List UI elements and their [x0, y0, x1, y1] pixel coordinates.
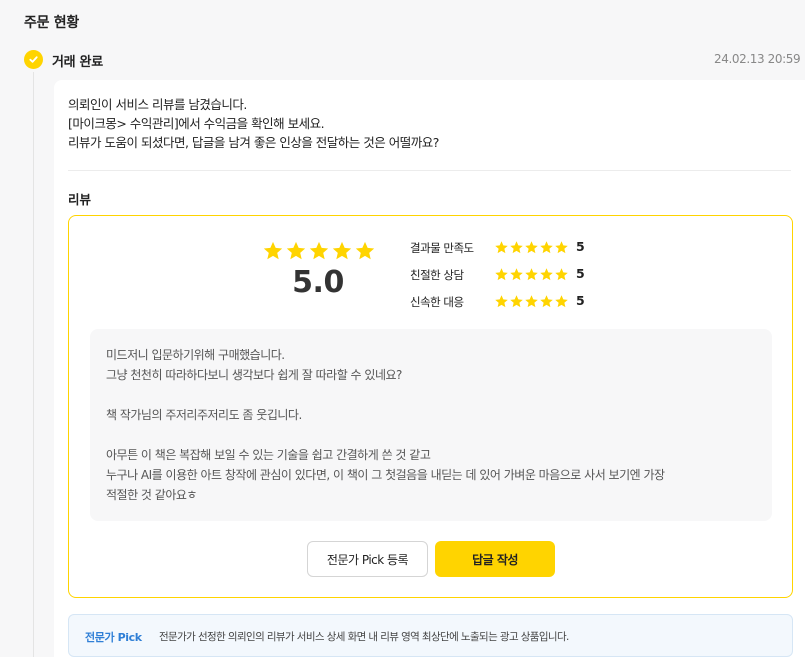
star-icon — [510, 241, 523, 254]
review-text-line: 누구나 AI를 이용한 아트 창작에 관심이 있다면, 이 책이 그 첫걸음을 … — [106, 468, 665, 482]
criterion-row: 결과물 만족도 5 — [410, 236, 630, 263]
status-label: 거래 완료 — [52, 55, 103, 70]
review-notification-card: 의뢰인이 서비스 리뷰를 남겼습니다. [마이크몽> 수익관리]에서 수익금을 … — [54, 80, 805, 657]
message-line: 의뢰인이 서비스 리뷰를 남겼습니다. — [68, 97, 247, 112]
expert-pick-notice: 전문가 Pick 전문가가 선정한 의뢰인의 리뷰가 서비스 상세 화면 내 리… — [68, 614, 793, 657]
star-icon — [495, 268, 508, 281]
star-icon — [309, 241, 329, 260]
divider — [68, 170, 791, 171]
criterion-score: 5 — [576, 266, 585, 281]
review-text-line: 아무튼 이 책은 복잡해 보일 수 있는 기술을 쉽고 간결하게 쓴 것 같고 — [106, 448, 431, 462]
criterion-stars — [494, 267, 569, 282]
star-icon — [495, 295, 508, 308]
criterion-label: 결과물 만족도 — [410, 241, 474, 255]
message-line: [마이크몽> 수익관리]에서 수익금을 확인해 보세요. — [68, 116, 325, 131]
star-icon — [510, 295, 523, 308]
status-row: 거래 완료 24.02.13 20:59 — [24, 48, 805, 72]
check-circle-icon — [24, 50, 43, 69]
star-icon — [555, 268, 568, 281]
star-icon — [495, 241, 508, 254]
star-icon — [540, 241, 553, 254]
order-status-page: 주문 현황 거래 완료 24.02.13 20:59 의뢰인이 서비스 리뷰를 … — [0, 0, 805, 657]
review-text-line: 미드저니 입문하기위해 구매했습니다. — [106, 348, 285, 362]
write-reply-button[interactable]: 답글 작성 — [435, 541, 555, 577]
criterion-stars — [494, 294, 569, 309]
overall-score: 5.0 — [292, 265, 344, 300]
star-icon — [555, 295, 568, 308]
star-icon — [555, 241, 568, 254]
notification-message: 의뢰인이 서비스 리뷰를 남겼습니다. [마이크몽> 수익관리]에서 수익금을 … — [68, 95, 788, 152]
criterion-row: 친절한 상담 5 — [410, 263, 630, 290]
review-text-line: 그냥 천천히 따라하다보니 생각보다 쉽게 잘 따라할 수 있네요? — [106, 368, 402, 382]
star-icon — [525, 295, 538, 308]
criterion-label: 친절한 상담 — [410, 268, 464, 282]
review-text-line: 책 작가님의 주저리주저리도 좀 웃깁니다. — [106, 408, 302, 422]
star-icon — [355, 241, 375, 260]
review-text-line: 적절한 것 같아요ㅎ — [106, 488, 197, 502]
star-icon — [510, 268, 523, 281]
review-text: 미드저니 입문하기위해 구매했습니다. 그냥 천천히 따라하다보니 생각보다 쉽… — [90, 329, 772, 521]
star-icon — [525, 241, 538, 254]
overall-star-rating — [262, 240, 376, 262]
review-text-line — [106, 425, 756, 445]
review-text-line — [106, 385, 756, 405]
star-icon — [263, 241, 283, 260]
criterion-score: 5 — [576, 293, 585, 308]
star-icon — [525, 268, 538, 281]
status-timestamp: 24.02.13 20:59 — [714, 52, 801, 66]
expert-pick-register-button[interactable]: 전문가 Pick 등록 — [307, 541, 428, 577]
star-icon — [540, 268, 553, 281]
review-box: 5.0 결과물 만족도 5 친절한 상담 5 신속한 대응 5 미드저니 입문하… — [68, 215, 793, 598]
criterion-stars — [494, 240, 569, 255]
section-title: 주문 현황 — [24, 15, 79, 31]
review-heading: 리뷰 — [68, 192, 92, 207]
star-icon — [332, 241, 352, 260]
star-icon — [286, 241, 306, 260]
criterion-row: 신속한 대응 5 — [410, 290, 630, 317]
message-line: 리뷰가 도움이 되셨다면, 답글을 남겨 좋은 인상을 전달하는 것은 어떨까요… — [68, 135, 439, 150]
criterion-score: 5 — [576, 239, 585, 254]
timeline-line — [33, 72, 34, 657]
star-icon — [540, 295, 553, 308]
notice-title: 전문가 Pick — [85, 631, 142, 644]
criteria-ratings: 결과물 만족도 5 친절한 상담 5 신속한 대응 5 — [410, 236, 630, 317]
notice-text: 전문가가 선정한 의뢰인의 리뷰가 서비스 상세 화면 내 리뷰 영역 최상단에… — [159, 631, 569, 643]
criterion-label: 신속한 대응 — [410, 295, 464, 309]
